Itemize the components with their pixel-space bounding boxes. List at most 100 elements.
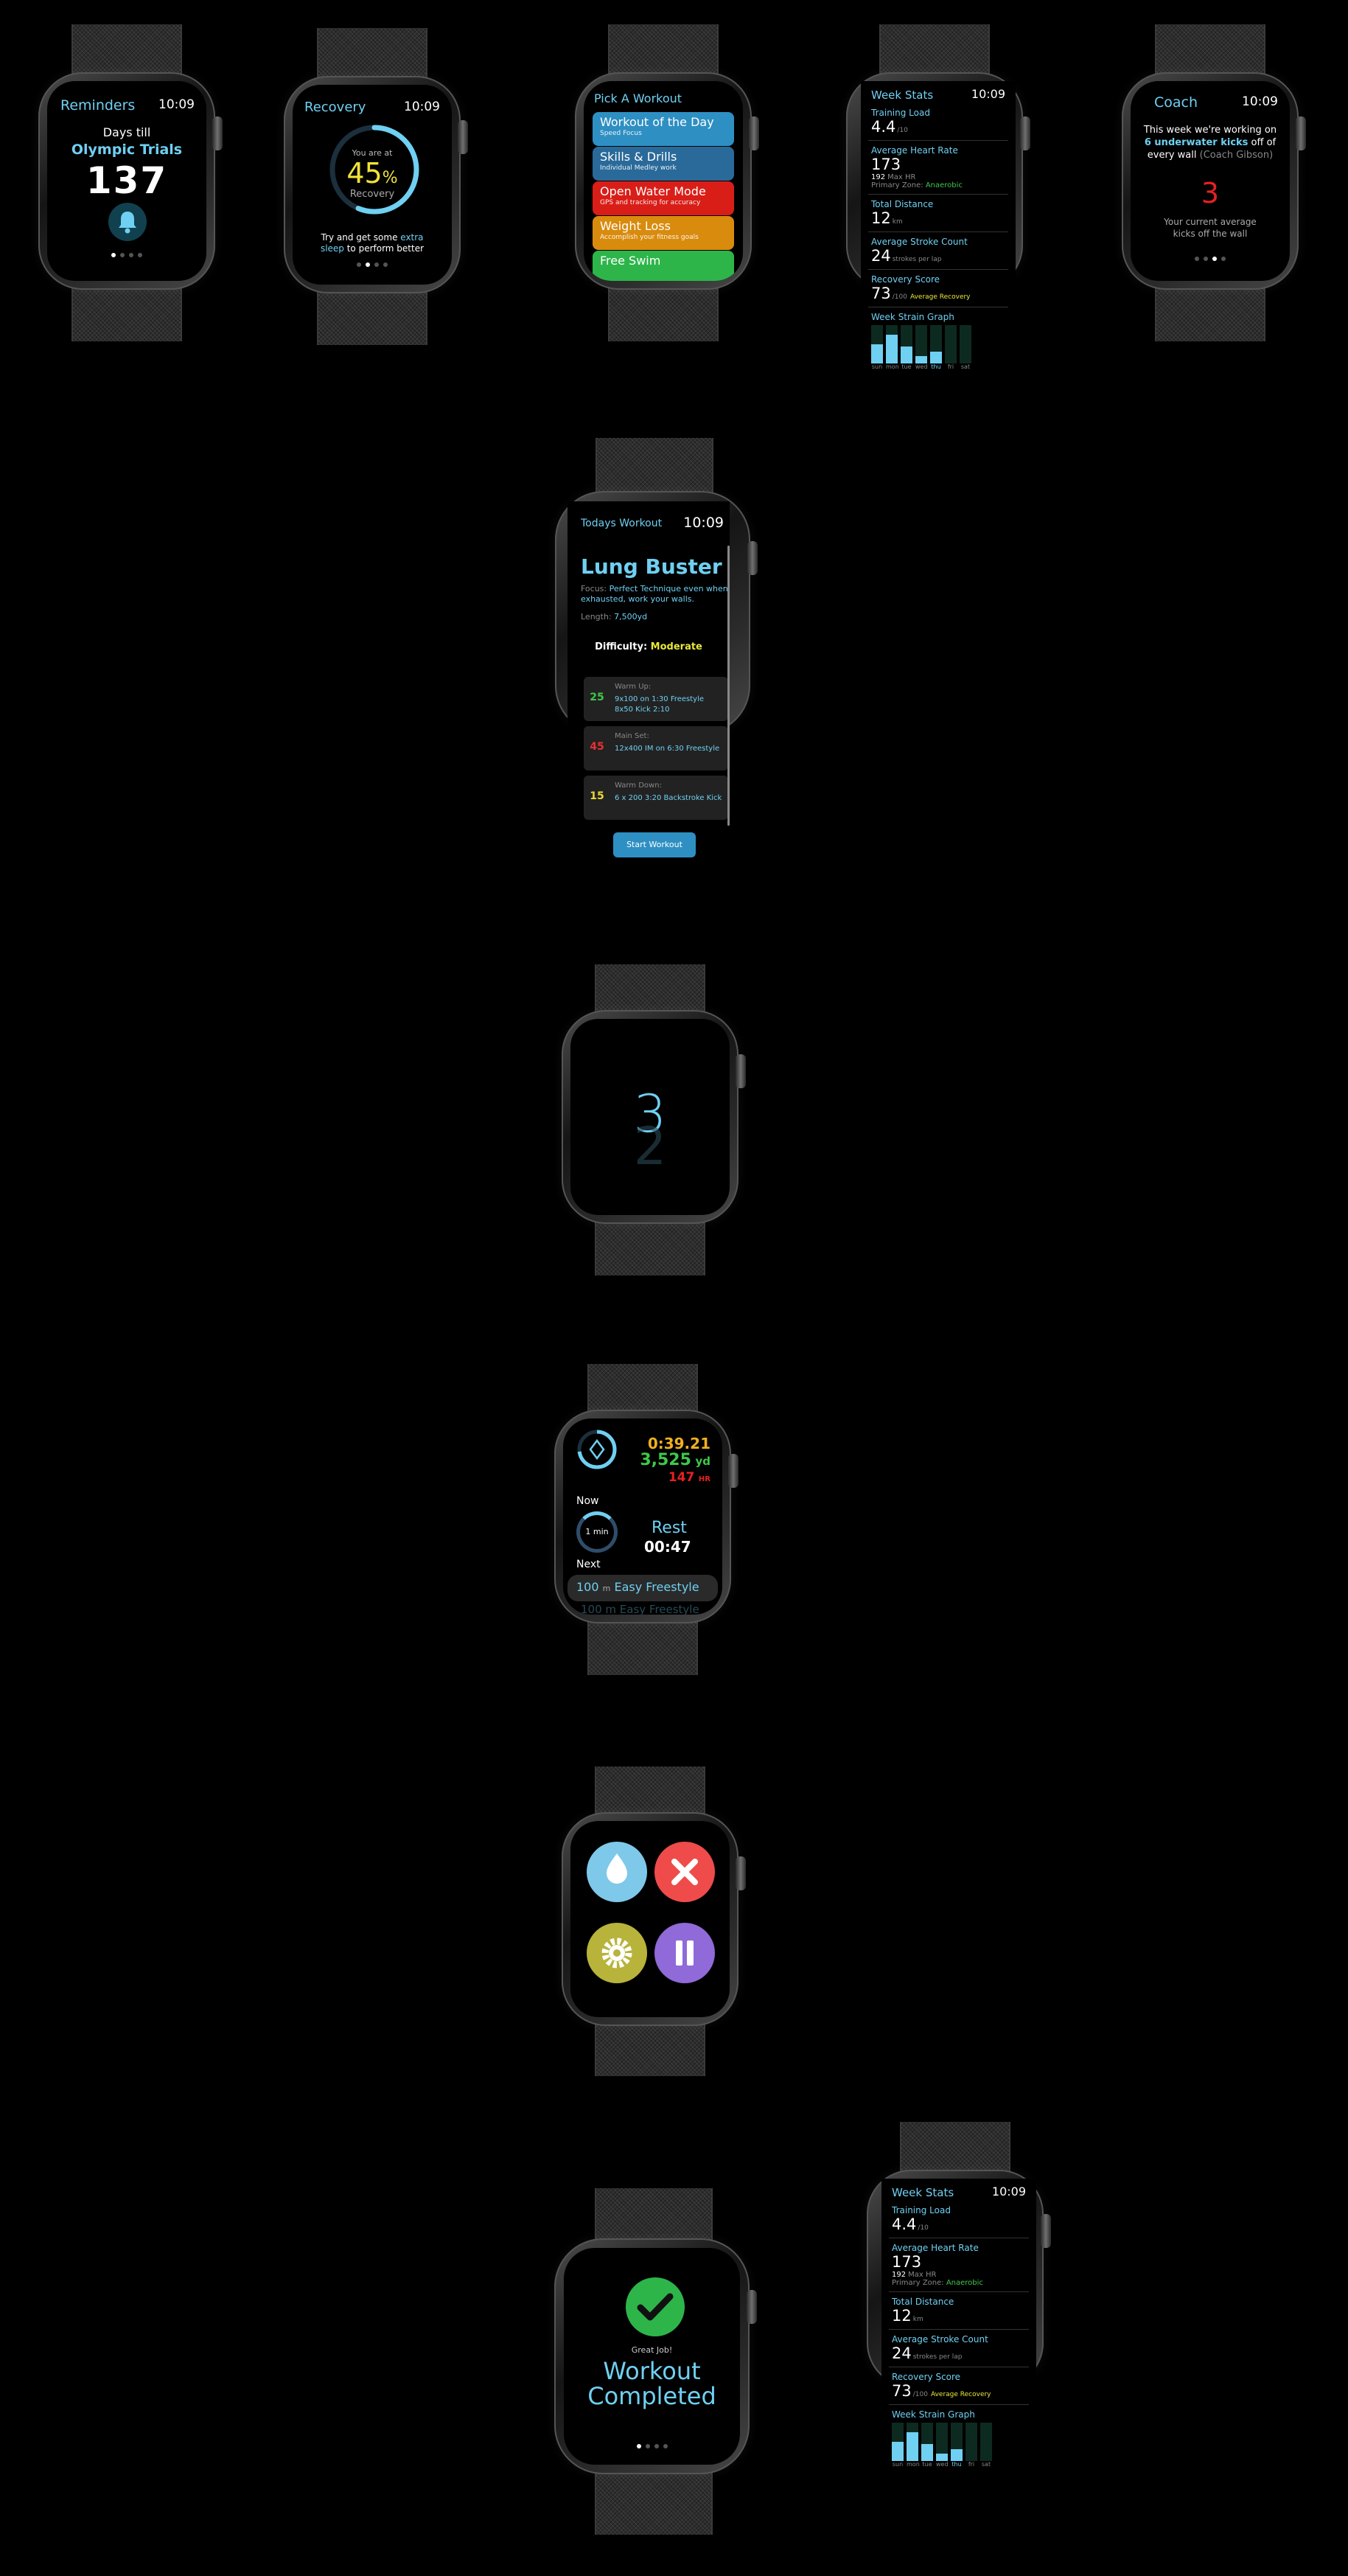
set-label: Main Set:	[615, 732, 649, 740]
digital-crown[interactable]	[728, 1454, 738, 1488]
caption-line: kicks off the wall	[1173, 229, 1248, 239]
max-hr-unit: Max HR	[908, 2271, 937, 2279]
band-top	[587, 1364, 698, 1413]
day-label: thu	[951, 2461, 962, 2468]
band-top	[879, 24, 990, 76]
workout-option-name: Workout of the Day	[600, 115, 714, 129]
following-set-peek: 100 m Easy Freestyle	[581, 1603, 699, 1615]
strain-bar-mon	[907, 2423, 918, 2461]
set-minutes: 15	[590, 790, 604, 802]
great-job-label: Great Job!	[631, 2345, 673, 2355]
workout-option[interactable]: Open Water Mode GPS and tracking for accu…	[593, 181, 734, 215]
avg-stroke-count-value-row: 24 strokes per lap	[892, 2344, 1026, 2362]
title-line-1: Workout	[603, 2357, 701, 2385]
avg-stroke-count: Average Stroke Count 24 strokes per lap	[868, 237, 1008, 265]
digital-crown[interactable]	[747, 541, 758, 575]
page-dots	[47, 253, 206, 257]
band-top	[317, 28, 427, 80]
difficulty-label: Difficulty:	[595, 641, 651, 652]
training-load-value: 4.4	[892, 2215, 917, 2233]
recovery-score-label: Recovery Score	[892, 2372, 961, 2382]
strain-fill	[901, 346, 912, 363]
training-load-value-row: 4.4/10	[871, 118, 1005, 136]
strain-bars	[871, 325, 1005, 363]
workout-set[interactable]: 25 Warm Up: 9x100 on 1:30 Freestyle 8x50 Ki…	[584, 677, 728, 721]
avg-stroke-count-value: 24	[892, 2344, 912, 2362]
recovery-percent: 45%	[293, 157, 452, 189]
watch-completed: Great Job! Workout Completed	[554, 2188, 761, 2535]
watch-controls	[562, 1766, 746, 2076]
completed-title: Workout Completed	[564, 2359, 740, 2409]
recovery-tip: Try and get some extra sleep to perform …	[293, 232, 452, 254]
workout-option[interactable]: Workout of the Day Speed Focus	[593, 112, 734, 146]
strain-bars	[892, 2423, 1026, 2461]
screen: Coach 10:09 This week we're working on 6 …	[1131, 81, 1290, 281]
pause-button[interactable]	[654, 1923, 715, 1983]
training-load-unit: /10	[897, 127, 908, 134]
screen: Great Job! Workout Completed	[564, 2248, 740, 2465]
start-workout-button[interactable]: Start Workout	[613, 832, 696, 857]
workout-set[interactable]: 45 Main Set: 12x400 IM on 6:30 Freestyle	[584, 726, 728, 770]
workout-set[interactable]: 15 Warm Down: 6 x 200 3:20 Backstroke Kick	[584, 776, 728, 820]
strain-bar-thu	[930, 325, 942, 363]
day-label: sat	[960, 363, 971, 370]
next-name: Easy Freestyle	[614, 1580, 699, 1594]
length-label: Length:	[581, 612, 615, 622]
countdown-next: 2	[633, 1116, 667, 1177]
header: Week Stats 10:09	[868, 81, 1008, 108]
hr-unit: HR	[698, 1475, 710, 1483]
total-distance-value: 12	[892, 2307, 912, 2325]
digital-crown[interactable]	[747, 2290, 757, 2324]
digital-crown[interactable]	[1041, 2214, 1051, 2248]
screen-title: Todays Workout	[581, 518, 663, 529]
settings-button[interactable]	[587, 1923, 647, 1983]
next-set-card[interactable]: 100 m Easy Freestyle	[568, 1575, 718, 1601]
settings-icon	[601, 1938, 632, 1968]
set-minutes: 25	[590, 692, 604, 703]
total-distance: Total Distance 12 km	[889, 2297, 1029, 2325]
workout-option-name: Free Swim	[600, 254, 661, 268]
workout-option[interactable]: Skills & Drills Individual Medley work	[593, 147, 734, 181]
workout-option-subtitle: GPS and tracking for accuracy	[600, 199, 701, 206]
strain-fill	[936, 2453, 948, 2461]
focus-label: Focus:	[581, 584, 610, 593]
strain-fill	[930, 352, 942, 363]
end-button[interactable]	[654, 1842, 715, 1902]
end-icon	[671, 1859, 698, 1885]
heart-rate: 147 HR	[668, 1470, 710, 1485]
digital-crown[interactable]	[736, 1856, 746, 1890]
workout-option[interactable]: Weight Loss Accomplish your fitness goals	[593, 216, 734, 250]
avg-stroke-count: Average Stroke Count 24 strokes per lap	[889, 2334, 1029, 2362]
bell-button[interactable]	[108, 203, 147, 241]
hr-value: 147	[668, 1470, 695, 1485]
rest-time: 00:47	[644, 1538, 691, 1556]
digital-crown[interactable]	[749, 116, 759, 150]
digital-crown[interactable]	[736, 1054, 746, 1088]
header: Week Stats 10:09	[889, 2179, 1029, 2205]
water-lock-button[interactable]	[587, 1842, 647, 1902]
strain-bar-thu	[951, 2423, 963, 2461]
digital-crown[interactable]	[1296, 116, 1306, 150]
primary-zone: Primary Zone: Anaerobic	[871, 181, 1005, 189]
set-line: 12x400 IM on 6:30 Freestyle	[615, 745, 720, 753]
pause-icon	[676, 1940, 694, 1966]
band-bottom	[71, 286, 182, 341]
week-strain-graph: Week Strain Graph sun mon tue wed thu fri sat	[868, 312, 1008, 370]
kick-caption: Your current average kicks off the wall	[1131, 216, 1290, 240]
recovery-score: Recovery Score 73/100 Average Recovery	[889, 2372, 1029, 2400]
screen	[570, 1821, 730, 2017]
day-label: tue	[901, 363, 912, 370]
total-distance-value: 12	[871, 209, 891, 227]
digital-crown[interactable]	[212, 116, 223, 150]
next-label: Next	[576, 1559, 601, 1570]
digital-crown[interactable]	[1020, 116, 1030, 150]
digital-crown[interactable]	[458, 120, 468, 154]
workout-option[interactable]: Free Swim	[593, 251, 734, 281]
now-label: Now	[576, 1495, 599, 1507]
avg-heart-rate: Average Heart Rate 173 192 Max HR Primary Zo…	[868, 145, 1008, 189]
rest-timer-ring: 1 min	[576, 1511, 618, 1553]
scrollbar[interactable]	[727, 546, 730, 826]
clock: 10:09	[991, 2185, 1026, 2199]
avg-heart-rate-label: Average Heart Rate	[892, 2243, 979, 2253]
recovery-value: 45	[346, 157, 383, 189]
